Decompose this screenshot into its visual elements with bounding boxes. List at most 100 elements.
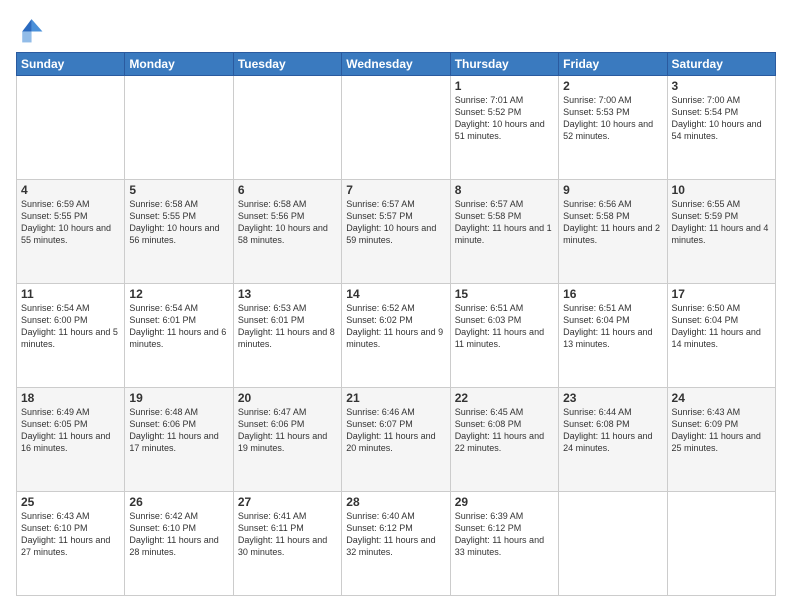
day-number: 22 [455, 391, 554, 405]
cell-info: Sunrise: 6:49 AMSunset: 6:05 PMDaylight:… [21, 406, 120, 455]
day-number: 2 [563, 79, 662, 93]
calendar-cell: 15Sunrise: 6:51 AMSunset: 6:03 PMDayligh… [450, 284, 558, 388]
cell-info: Sunrise: 6:39 AMSunset: 6:12 PMDaylight:… [455, 510, 554, 559]
calendar-cell: 27Sunrise: 6:41 AMSunset: 6:11 PMDayligh… [233, 492, 341, 596]
day-number: 17 [672, 287, 771, 301]
day-number: 8 [455, 183, 554, 197]
weekday-header-wednesday: Wednesday [342, 53, 450, 76]
cell-info: Sunrise: 6:44 AMSunset: 6:08 PMDaylight:… [563, 406, 662, 455]
weekday-header-tuesday: Tuesday [233, 53, 341, 76]
weekday-header-monday: Monday [125, 53, 233, 76]
calendar-cell: 17Sunrise: 6:50 AMSunset: 6:04 PMDayligh… [667, 284, 775, 388]
calendar-cell: 28Sunrise: 6:40 AMSunset: 6:12 PMDayligh… [342, 492, 450, 596]
cell-info: Sunrise: 6:58 AMSunset: 5:56 PMDaylight:… [238, 198, 337, 247]
calendar-cell: 26Sunrise: 6:42 AMSunset: 6:10 PMDayligh… [125, 492, 233, 596]
calendar-cell: 24Sunrise: 6:43 AMSunset: 6:09 PMDayligh… [667, 388, 775, 492]
cell-info: Sunrise: 7:00 AMSunset: 5:53 PMDaylight:… [563, 94, 662, 143]
day-number: 4 [21, 183, 120, 197]
calendar-cell: 1Sunrise: 7:01 AMSunset: 5:52 PMDaylight… [450, 76, 558, 180]
calendar-cell: 14Sunrise: 6:52 AMSunset: 6:02 PMDayligh… [342, 284, 450, 388]
day-number: 21 [346, 391, 445, 405]
day-number: 1 [455, 79, 554, 93]
cell-info: Sunrise: 7:01 AMSunset: 5:52 PMDaylight:… [455, 94, 554, 143]
calendar-cell [342, 76, 450, 180]
weekday-header-friday: Friday [559, 53, 667, 76]
day-number: 29 [455, 495, 554, 509]
week-row-3: 18Sunrise: 6:49 AMSunset: 6:05 PMDayligh… [17, 388, 776, 492]
day-number: 9 [563, 183, 662, 197]
cell-info: Sunrise: 6:56 AMSunset: 5:58 PMDaylight:… [563, 198, 662, 247]
calendar-cell: 11Sunrise: 6:54 AMSunset: 6:00 PMDayligh… [17, 284, 125, 388]
calendar-cell: 5Sunrise: 6:58 AMSunset: 5:55 PMDaylight… [125, 180, 233, 284]
day-number: 3 [672, 79, 771, 93]
day-number: 7 [346, 183, 445, 197]
day-number: 12 [129, 287, 228, 301]
calendar-cell: 7Sunrise: 6:57 AMSunset: 5:57 PMDaylight… [342, 180, 450, 284]
day-number: 28 [346, 495, 445, 509]
calendar-cell: 2Sunrise: 7:00 AMSunset: 5:53 PMDaylight… [559, 76, 667, 180]
calendar-cell: 9Sunrise: 6:56 AMSunset: 5:58 PMDaylight… [559, 180, 667, 284]
day-number: 6 [238, 183, 337, 197]
calendar-cell: 3Sunrise: 7:00 AMSunset: 5:54 PMDaylight… [667, 76, 775, 180]
calendar-cell: 6Sunrise: 6:58 AMSunset: 5:56 PMDaylight… [233, 180, 341, 284]
calendar-cell: 29Sunrise: 6:39 AMSunset: 6:12 PMDayligh… [450, 492, 558, 596]
day-number: 20 [238, 391, 337, 405]
calendar-cell [559, 492, 667, 596]
cell-info: Sunrise: 6:47 AMSunset: 6:06 PMDaylight:… [238, 406, 337, 455]
calendar-cell: 18Sunrise: 6:49 AMSunset: 6:05 PMDayligh… [17, 388, 125, 492]
cell-info: Sunrise: 6:45 AMSunset: 6:08 PMDaylight:… [455, 406, 554, 455]
calendar-cell [125, 76, 233, 180]
day-number: 16 [563, 287, 662, 301]
cell-info: Sunrise: 6:55 AMSunset: 5:59 PMDaylight:… [672, 198, 771, 247]
header [16, 16, 776, 44]
weekday-header-saturday: Saturday [667, 53, 775, 76]
calendar-cell: 21Sunrise: 6:46 AMSunset: 6:07 PMDayligh… [342, 388, 450, 492]
calendar-cell: 10Sunrise: 6:55 AMSunset: 5:59 PMDayligh… [667, 180, 775, 284]
calendar-cell: 8Sunrise: 6:57 AMSunset: 5:58 PMDaylight… [450, 180, 558, 284]
calendar-cell: 13Sunrise: 6:53 AMSunset: 6:01 PMDayligh… [233, 284, 341, 388]
week-row-1: 4Sunrise: 6:59 AMSunset: 5:55 PMDaylight… [17, 180, 776, 284]
calendar-cell: 16Sunrise: 6:51 AMSunset: 6:04 PMDayligh… [559, 284, 667, 388]
cell-info: Sunrise: 6:42 AMSunset: 6:10 PMDaylight:… [129, 510, 228, 559]
calendar-cell: 12Sunrise: 6:54 AMSunset: 6:01 PMDayligh… [125, 284, 233, 388]
day-number: 13 [238, 287, 337, 301]
calendar-table: SundayMondayTuesdayWednesdayThursdayFrid… [16, 52, 776, 596]
cell-info: Sunrise: 6:54 AMSunset: 6:01 PMDaylight:… [129, 302, 228, 351]
day-number: 26 [129, 495, 228, 509]
day-number: 14 [346, 287, 445, 301]
logo-icon [16, 16, 44, 44]
cell-info: Sunrise: 6:51 AMSunset: 6:03 PMDaylight:… [455, 302, 554, 351]
calendar-cell [17, 76, 125, 180]
calendar-cell [667, 492, 775, 596]
calendar-cell: 25Sunrise: 6:43 AMSunset: 6:10 PMDayligh… [17, 492, 125, 596]
cell-info: Sunrise: 6:43 AMSunset: 6:09 PMDaylight:… [672, 406, 771, 455]
cell-info: Sunrise: 6:57 AMSunset: 5:57 PMDaylight:… [346, 198, 445, 247]
day-number: 25 [21, 495, 120, 509]
calendar-cell: 19Sunrise: 6:48 AMSunset: 6:06 PMDayligh… [125, 388, 233, 492]
page: SundayMondayTuesdayWednesdayThursdayFrid… [0, 0, 792, 612]
cell-info: Sunrise: 6:41 AMSunset: 6:11 PMDaylight:… [238, 510, 337, 559]
cell-info: Sunrise: 6:51 AMSunset: 6:04 PMDaylight:… [563, 302, 662, 351]
day-number: 10 [672, 183, 771, 197]
cell-info: Sunrise: 6:58 AMSunset: 5:55 PMDaylight:… [129, 198, 228, 247]
day-number: 11 [21, 287, 120, 301]
day-number: 5 [129, 183, 228, 197]
cell-info: Sunrise: 6:53 AMSunset: 6:01 PMDaylight:… [238, 302, 337, 351]
cell-info: Sunrise: 6:40 AMSunset: 6:12 PMDaylight:… [346, 510, 445, 559]
cell-info: Sunrise: 6:48 AMSunset: 6:06 PMDaylight:… [129, 406, 228, 455]
calendar-cell [233, 76, 341, 180]
day-number: 15 [455, 287, 554, 301]
cell-info: Sunrise: 6:59 AMSunset: 5:55 PMDaylight:… [21, 198, 120, 247]
weekday-header-sunday: Sunday [17, 53, 125, 76]
day-number: 19 [129, 391, 228, 405]
cell-info: Sunrise: 6:52 AMSunset: 6:02 PMDaylight:… [346, 302, 445, 351]
cell-info: Sunrise: 6:50 AMSunset: 6:04 PMDaylight:… [672, 302, 771, 351]
calendar-cell: 22Sunrise: 6:45 AMSunset: 6:08 PMDayligh… [450, 388, 558, 492]
day-number: 27 [238, 495, 337, 509]
day-number: 24 [672, 391, 771, 405]
cell-info: Sunrise: 6:54 AMSunset: 6:00 PMDaylight:… [21, 302, 120, 351]
calendar-cell: 4Sunrise: 6:59 AMSunset: 5:55 PMDaylight… [17, 180, 125, 284]
week-row-2: 11Sunrise: 6:54 AMSunset: 6:00 PMDayligh… [17, 284, 776, 388]
calendar-cell: 20Sunrise: 6:47 AMSunset: 6:06 PMDayligh… [233, 388, 341, 492]
calendar-cell: 23Sunrise: 6:44 AMSunset: 6:08 PMDayligh… [559, 388, 667, 492]
